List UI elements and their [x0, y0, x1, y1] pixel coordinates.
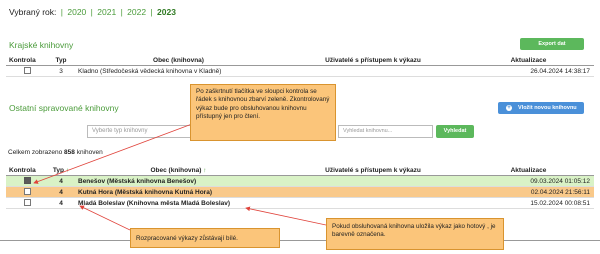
arrow-to-checkbox [33, 123, 193, 184]
finished-annotation: Pokud obsluhovaná knihovna uložila výkaz… [326, 218, 504, 250]
in-progress-annotation: Rozpracované výkazy zůstávají bílé. [130, 228, 280, 248]
arrow-to-orange-row [245, 206, 327, 226]
checkbox-annotation: Po zaškrtnutí tlačítka ve sloupci kontro… [190, 84, 336, 141]
arrow-to-white-row [79, 205, 131, 231]
